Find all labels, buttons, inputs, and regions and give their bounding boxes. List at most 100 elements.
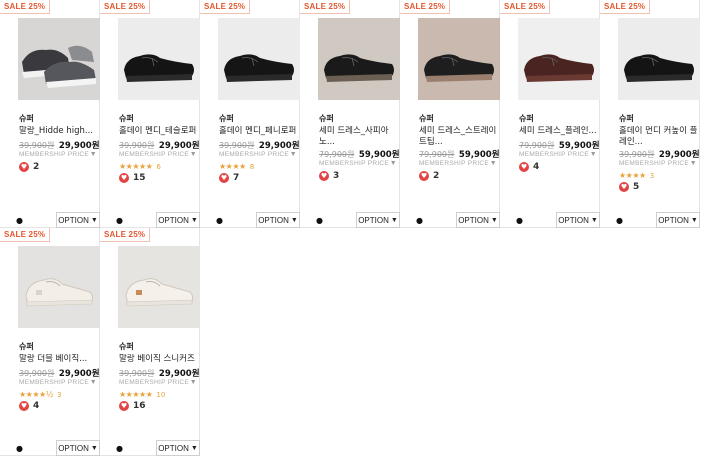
product-title-link[interactable]: 세미 드레스_스트레이트팁... [419, 126, 499, 148]
product-card[interactable]: SALE 25% 슈퍼 세미 드레스_플레인... 79,900원 59,900… [500, 0, 600, 228]
heart-icon: ♥ [19, 162, 29, 172]
price-row: 39,900원 29,900원 [219, 139, 300, 151]
like-button[interactable]: ♥ 15 [119, 173, 146, 183]
like-button[interactable]: ♥ 3 [319, 171, 339, 181]
like-button[interactable]: ♥ 5 [619, 182, 639, 192]
like-button[interactable]: ♥ 2 [419, 171, 439, 181]
membership-price-toggle[interactable]: MEMBERSHIP PRICE ▼ [619, 160, 699, 167]
like-button[interactable]: ♥ 7 [219, 173, 239, 183]
sale-badge: SALE 25% [400, 0, 451, 14]
sale-price: 29,900원 [258, 141, 300, 151]
rating-stars: ★★★★ 3 [619, 171, 654, 180]
heart-icon: ♥ [419, 171, 429, 181]
product-image[interactable] [118, 18, 200, 100]
caret-down-icon: ▼ [689, 160, 697, 167]
heart-icon: ♥ [119, 401, 129, 411]
product-title-link[interactable]: 세미 드레스_사피아노... [319, 126, 399, 148]
product-image[interactable] [318, 18, 400, 100]
color-swatch-dot: ● [516, 216, 523, 225]
sale-price: 29,900원 [58, 141, 100, 151]
like-button[interactable]: ♥ 4 [19, 401, 39, 411]
option-button[interactable]: OPTION ▼ [56, 212, 100, 228]
membership-label: MEMBERSHIP PRICE [419, 160, 490, 167]
star-icons: ★★★★★ [119, 390, 153, 399]
caret-down-icon: ▼ [589, 151, 597, 158]
product-title-link[interactable]: 말랑 더블 베이직... [19, 354, 99, 365]
product-title-link[interactable]: 말랑 베이직 스니커즈 [119, 354, 199, 365]
product-card[interactable]: SALE 25% 슈퍼 말랑 더블 베이직... 39,900원 29,900원… [0, 228, 100, 456]
option-button[interactable]: OPTION ▼ [156, 440, 200, 456]
like-button[interactable]: ♥ 2 [19, 162, 39, 172]
option-label: OPTION [658, 215, 689, 225]
product-image[interactable] [518, 18, 600, 100]
rating-stars: ★★★★ 8 [219, 162, 254, 171]
shoe-image [18, 18, 100, 100]
product-card[interactable]: SALE 25% 슈퍼 말랑 베이직 스니커즈 39,900원 29,900원 … [100, 228, 200, 456]
sale-price: 29,900원 [158, 141, 200, 151]
sale-price: 59,900원 [358, 150, 400, 160]
rating-stars: ★★★★★ 6 [119, 162, 161, 171]
membership-price-toggle[interactable]: MEMBERSHIP PRICE ▼ [119, 379, 199, 386]
membership-price-toggle[interactable]: MEMBERSHIP PRICE ▼ [419, 160, 499, 167]
product-card[interactable]: SALE 25% 슈퍼 홀데이 먼디 커높이 플레인... 39,900원 29… [600, 0, 700, 228]
price-row: 39,900원 29,900원 [619, 148, 700, 160]
option-button[interactable]: OPTION ▼ [256, 212, 300, 228]
color-swatch-dot: ● [16, 216, 23, 225]
color-swatch-dot: ● [16, 444, 23, 453]
product-card[interactable]: SALE 25% 슈퍼 세미 드레스_스트레이트팁... 79,900원 59,… [400, 0, 500, 228]
color-swatch-dot: ● [316, 216, 323, 225]
option-button[interactable]: OPTION ▼ [56, 440, 100, 456]
product-title-link[interactable]: 홀데이 멘디_페니로퍼 [219, 126, 299, 137]
option-label: OPTION [258, 215, 289, 225]
product-card[interactable]: SALE 25% 슈퍼 홀데이 멘디_페니로퍼 39,900원 29,900원 … [200, 0, 300, 228]
option-label: OPTION [358, 215, 389, 225]
product-card[interactable]: SALE 25% 슈퍼 세미 드레스_사피아노... 79,900원 59,90… [300, 0, 400, 228]
price-row: 39,900원 29,900원 [19, 139, 100, 151]
membership-price-toggle[interactable]: MEMBERSHIP PRICE ▼ [319, 160, 399, 167]
original-price: 79,900원 [419, 150, 455, 159]
caret-down-icon: ▼ [89, 379, 97, 386]
original-price: 39,900원 [219, 141, 255, 150]
product-image[interactable] [118, 246, 200, 328]
heart-icon: ♥ [19, 401, 29, 411]
product-brand: 슈퍼 [319, 114, 334, 123]
dropdown-arrow-icon: ▼ [190, 444, 198, 452]
shoe-image [218, 18, 300, 100]
product-card[interactable]: SALE 25% 슈퍼 말랑_Hidde high... 39,900원 29,… [0, 0, 100, 228]
product-card[interactable]: SALE 25% 슈퍼 홀데이 멘디_테슬로퍼 39,900원 29,900원 … [100, 0, 200, 228]
shoe-image [118, 18, 200, 100]
like-button[interactable]: ♥ 4 [519, 162, 539, 172]
product-title-link[interactable]: 말랑_Hidde high... [19, 126, 99, 137]
product-title-link[interactable]: 세미 드레스_플레인... [519, 126, 599, 137]
option-button[interactable]: OPTION ▼ [556, 212, 600, 228]
rating-stars: ★★★★½ 3 [19, 390, 61, 399]
option-button[interactable]: OPTION ▼ [656, 212, 700, 228]
product-image[interactable] [218, 18, 300, 100]
product-image[interactable] [618, 18, 700, 100]
dropdown-arrow-icon: ▼ [90, 216, 98, 224]
membership-price-toggle[interactable]: MEMBERSHIP PRICE ▼ [519, 151, 599, 158]
sale-price: 29,900원 [658, 150, 700, 160]
membership-price-toggle[interactable]: MEMBERSHIP PRICE ▼ [219, 151, 299, 158]
product-brand: 슈퍼 [619, 114, 634, 123]
shoe-image [318, 18, 400, 100]
membership-price-toggle[interactable]: MEMBERSHIP PRICE ▼ [119, 151, 199, 158]
heart-icon: ♥ [519, 162, 529, 172]
product-image[interactable] [418, 18, 500, 100]
option-button[interactable]: OPTION ▼ [156, 212, 200, 228]
membership-price-toggle[interactable]: MEMBERSHIP PRICE ▼ [19, 151, 99, 158]
product-title-link[interactable]: 홀데이 먼디 커높이 플레인... [619, 126, 699, 148]
option-button[interactable]: OPTION ▼ [456, 212, 500, 228]
membership-price-toggle[interactable]: MEMBERSHIP PRICE ▼ [19, 379, 99, 386]
color-swatch-dot: ● [116, 444, 123, 453]
like-count: 4 [33, 401, 40, 411]
like-button[interactable]: ♥ 16 [119, 401, 146, 411]
rating-count: 8 [249, 163, 255, 171]
option-button[interactable]: OPTION ▼ [356, 212, 400, 228]
product-image[interactable] [18, 18, 100, 100]
product-image[interactable] [18, 246, 100, 328]
product-title-link[interactable]: 홀데이 멘디_테슬로퍼 [119, 126, 199, 137]
like-count: 4 [533, 162, 540, 172]
product-brand: 슈퍼 [119, 114, 134, 123]
sale-price: 59,900원 [558, 141, 600, 151]
